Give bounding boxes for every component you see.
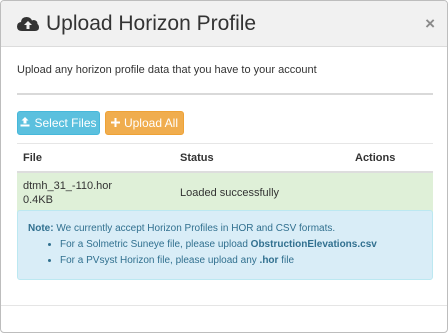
- upload-all-label: Upload All: [123, 116, 179, 130]
- note-item-pvsyst: For a PVsyst Horizon file, please upload…: [60, 253, 422, 269]
- table-header: File Status Actions: [17, 143, 433, 173]
- note-item-suneye: For a Solmetric Suneye file, please uplo…: [60, 237, 422, 253]
- select-files-button[interactable]: Select Files: [17, 111, 100, 135]
- header-status: Status: [180, 151, 214, 164]
- note-item-text: For a Solmetric Suneye file, please uplo…: [60, 239, 251, 250]
- divider: [17, 93, 433, 95]
- files-table: File Status Actions dtmh_31_-110.hor 0.4…: [17, 143, 433, 213]
- upload-icon: [20, 116, 30, 130]
- note-text: We currently accept Horizon Profiles in …: [56, 223, 336, 234]
- upload-all-button[interactable]: Upload All: [105, 111, 184, 135]
- plus-icon: [110, 116, 120, 130]
- note-item-text: For a PVsyst Horizon file, please upload…: [60, 255, 260, 266]
- table-row: dtmh_31_-110.hor 0.4KB Loaded successful…: [17, 173, 433, 213]
- note-item-extension: .hor: [259, 255, 279, 266]
- note-line: Note: We currently accept Horizon Profil…: [28, 221, 422, 237]
- footer-divider: [1, 305, 447, 306]
- cloud-upload-icon: [17, 15, 39, 33]
- dialog-header: Upload Horizon Profile ×: [1, 1, 447, 47]
- note-list: For a Solmetric Suneye file, please uplo…: [28, 237, 422, 269]
- file-cell: dtmh_31_-110.hor 0.4KB: [17, 179, 180, 207]
- note-item-filename: ObstructionElevations.csv: [250, 239, 377, 250]
- status-cell: Loaded successfully: [180, 187, 280, 199]
- file-size: 0.4KB: [23, 194, 53, 206]
- select-files-label: Select Files: [34, 116, 97, 130]
- note-label: Note:: [28, 223, 54, 234]
- note-item-suffix: file: [278, 255, 294, 266]
- upload-horizon-dialog: Upload Horizon Profile × Upload any hori…: [0, 0, 448, 333]
- close-button[interactable]: ×: [425, 14, 435, 34]
- intro-text: Upload any horizon profile data that you…: [17, 64, 317, 76]
- dialog-title: Upload Horizon Profile: [46, 11, 257, 35]
- header-actions: Actions: [355, 151, 396, 164]
- info-note: Note: We currently accept Horizon Profil…: [17, 210, 433, 280]
- file-name: dtmh_31_-110.hor: [23, 180, 113, 192]
- header-file: File: [23, 151, 42, 164]
